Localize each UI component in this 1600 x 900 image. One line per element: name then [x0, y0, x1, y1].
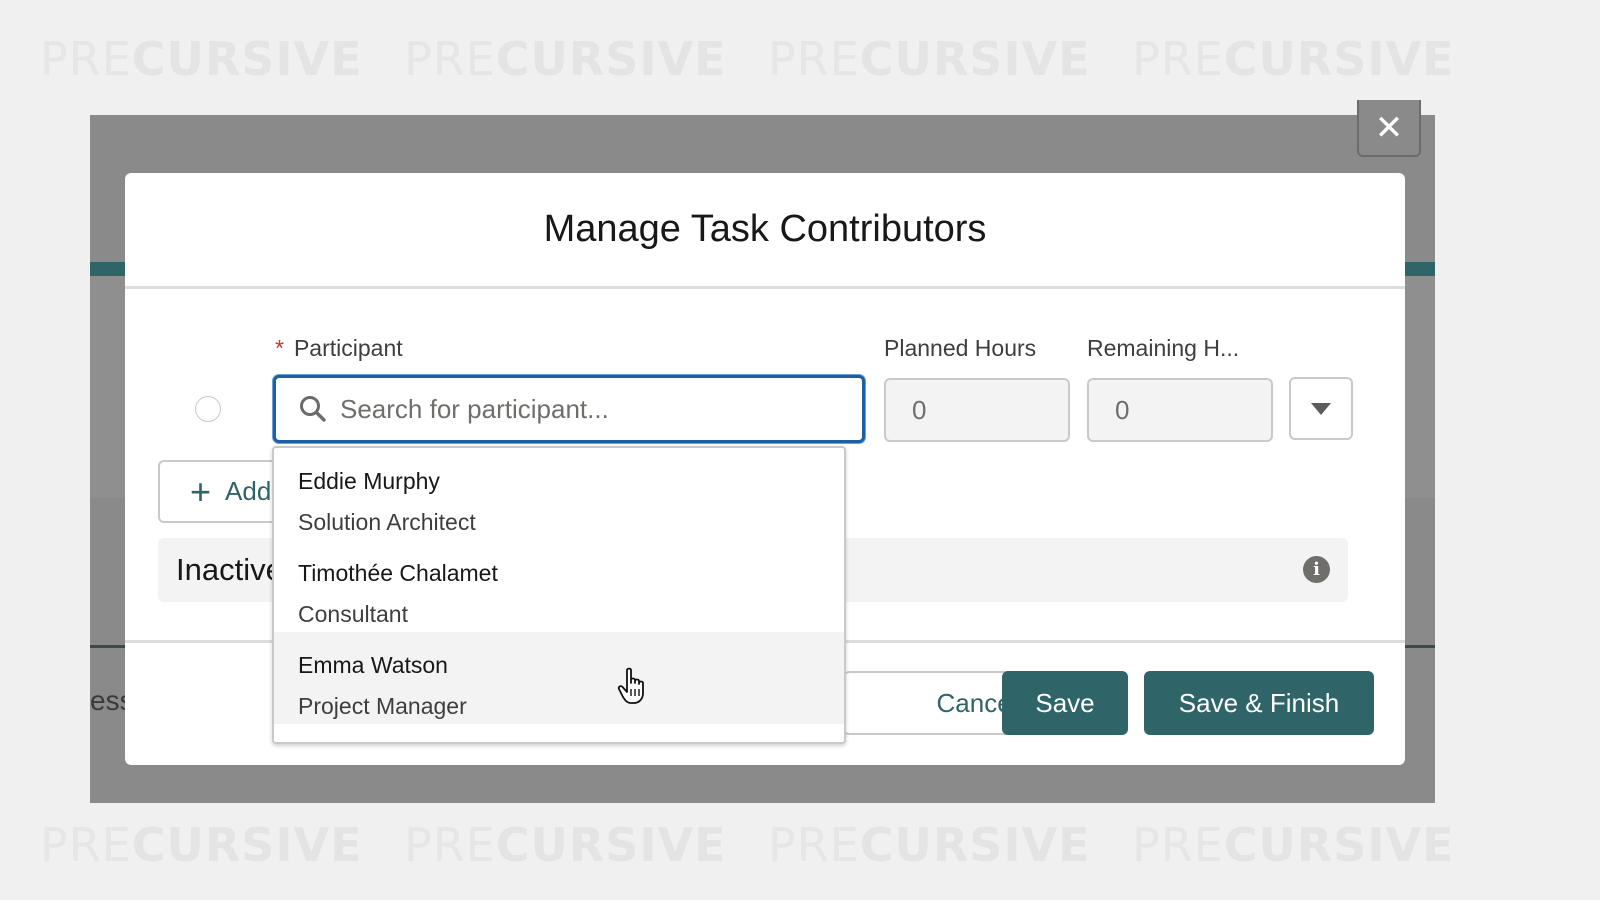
close-icon: ✕ — [1374, 108, 1404, 147]
row-actions-menu-button[interactable] — [1289, 377, 1353, 440]
save-button[interactable]: Save — [1002, 671, 1128, 735]
participant-dropdown-list: Eddie Murphy Solution Architect Timothée… — [272, 446, 846, 744]
participant-name: Timothée Chalamet — [298, 560, 498, 586]
planned-hours-input[interactable]: 0 — [884, 378, 1070, 442]
participant-option[interactable]: Eddie Murphy Solution Architect — [274, 448, 844, 540]
participant-option[interactable]: Timothée Chalamet Consultant — [274, 540, 844, 632]
modal-header: Manage Task Contributors — [125, 173, 1405, 289]
required-marker: * — [275, 335, 284, 361]
participant-name: Eddie Murphy — [298, 468, 440, 494]
planned-hours-label: Planned Hours — [884, 335, 1037, 361]
hand-pointer-icon — [617, 667, 644, 704]
participant-role: Solution Architect — [298, 509, 476, 535]
inactive-label: Inactive — [176, 552, 283, 587]
participant-search-field[interactable] — [273, 375, 865, 443]
modal-title: Manage Task Contributors — [543, 208, 987, 250]
watermark-row: PRECURSIVE PRECURSIVE PRECURSIVE PRECURSIVE — [40, 818, 1455, 872]
participant-role: Consultant — [298, 601, 408, 627]
save-and-finish-button[interactable]: Save & Finish — [1144, 671, 1374, 735]
plus-icon: + — [190, 470, 212, 512]
add-button-label: Add — [225, 476, 272, 506]
participant-option[interactable]: Emma Watson Project Manager — [274, 632, 844, 724]
watermark-row: PRECURSIVE PRECURSIVE PRECURSIVE PRECURSIVE — [40, 32, 1455, 86]
modal-close-button[interactable]: ✕ — [1357, 100, 1421, 157]
search-icon — [300, 396, 326, 422]
remaining-hours-input[interactable]: 0 — [1087, 378, 1273, 442]
participant-role: Project Manager — [298, 693, 467, 719]
row-select-radio[interactable] — [195, 396, 221, 422]
participant-search-input[interactable] — [340, 393, 840, 425]
info-icon[interactable]: i — [1303, 556, 1330, 583]
participant-label: * Participant — [275, 335, 403, 361]
chevron-down-icon — [1311, 402, 1331, 415]
remaining-hours-label: Remaining H... — [1087, 335, 1240, 361]
participant-name: Emma Watson — [298, 652, 448, 678]
